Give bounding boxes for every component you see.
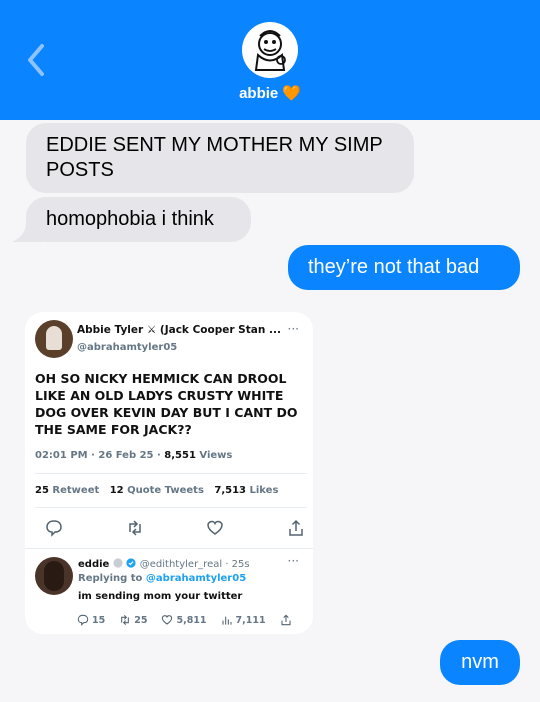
more-options-icon: ··· <box>287 554 299 568</box>
replying-to-prefix: Replying to <box>78 573 143 584</box>
divider <box>25 548 313 549</box>
reply-views-count: 7,111 <box>235 614 266 626</box>
tweet-meta: 02:01 PM · 26 Feb 25 · 8,551 Views <box>35 450 232 461</box>
message-bubble-sent[interactable]: nvm <box>440 640 520 685</box>
reply-author-avatar <box>35 557 73 595</box>
tweet-stats: 25 Retweet 12 Quote Tweets 7,513 Likes <box>35 485 278 496</box>
tweet-author-handle: @abrahamtyler05 <box>77 342 178 353</box>
cartoon-avatar-icon <box>254 30 286 71</box>
share-icon <box>281 614 291 626</box>
reply-comments-count: 15 <box>92 614 106 626</box>
retweet-icon <box>121 614 130 626</box>
reply-author-name: eddie <box>78 559 110 570</box>
tweet-text: OH SO NICKY HEMMICK CAN DROOL LIKE AN OL… <box>35 371 298 437</box>
reply-author: eddie @edithtyler_real · 25s <box>78 558 250 570</box>
share-icon <box>289 519 303 536</box>
contact-name-text: abbie <box>239 85 279 102</box>
reply-retweets-count: 25 <box>134 614 148 626</box>
replying-to: Replying to @abrahamtyler05 <box>78 573 246 584</box>
tweet-views-count: 8,551 <box>164 450 196 461</box>
tweet-author-name: Abbie Tyler ⚔ (Jack Cooper Stan ... <box>77 324 281 336</box>
tweet-screenshot-attachment[interactable]: Abbie Tyler ⚔ (Jack Cooper Stan ... @abr… <box>25 312 313 634</box>
reply-share <box>280 614 292 626</box>
likes-label: Likes <box>249 485 279 496</box>
reply-retweets: 25 <box>119 614 147 626</box>
reply-likes: 5,811 <box>161 614 207 626</box>
tweet-author-avatar <box>35 320 73 358</box>
heart-icon <box>207 520 224 535</box>
reply-actions: 15 25 5,811 7,111 <box>77 614 292 626</box>
retweets-count: 25 <box>35 485 49 496</box>
quotes-count: 12 <box>109 485 124 496</box>
message-bubble-sent[interactable]: they’re not that bad <box>288 245 520 290</box>
contact-avatar[interactable] <box>242 22 298 78</box>
reply-comments: 15 <box>77 614 105 626</box>
contact-name[interactable]: abbie 🧡 <box>0 84 540 102</box>
chevron-left-icon[interactable] <box>22 40 52 80</box>
message-bubble-received[interactable]: homophobia i think <box>26 197 251 242</box>
reply-views: 7,111 <box>221 614 266 626</box>
verified-icon <box>113 558 140 570</box>
retweets-label: Retweet <box>52 485 100 496</box>
reply-text: im sending mom your twitter <box>78 591 243 602</box>
tweet-timestamp: 02:01 PM · 26 Feb 25 · <box>35 450 161 461</box>
reply-author-handle: @edithtyler_real · 25s <box>139 559 250 570</box>
comment-icon <box>77 614 89 626</box>
divider <box>35 473 307 474</box>
tweet-actions <box>45 519 305 539</box>
quotes-label: Quote Tweets <box>127 485 204 496</box>
replying-to-handle: @abrahamtyler05 <box>145 573 247 584</box>
orange-heart-emoji: 🧡 <box>282 85 301 102</box>
tweet-views-label: Views <box>199 450 233 461</box>
comment-icon <box>46 520 62 537</box>
heart-icon <box>162 615 173 625</box>
reply-likes-count: 5,811 <box>176 614 207 626</box>
chat-header: abbie 🧡 <box>0 0 540 120</box>
likes-count: 7,513 <box>214 485 247 496</box>
analytics-icon <box>221 616 232 625</box>
retweet-icon <box>128 520 141 536</box>
divider <box>35 507 307 508</box>
more-options-icon: ··· <box>287 322 299 336</box>
message-bubble-received[interactable]: EDDIE SENT MY MOTHER MY SIMP POSTS <box>26 123 414 193</box>
